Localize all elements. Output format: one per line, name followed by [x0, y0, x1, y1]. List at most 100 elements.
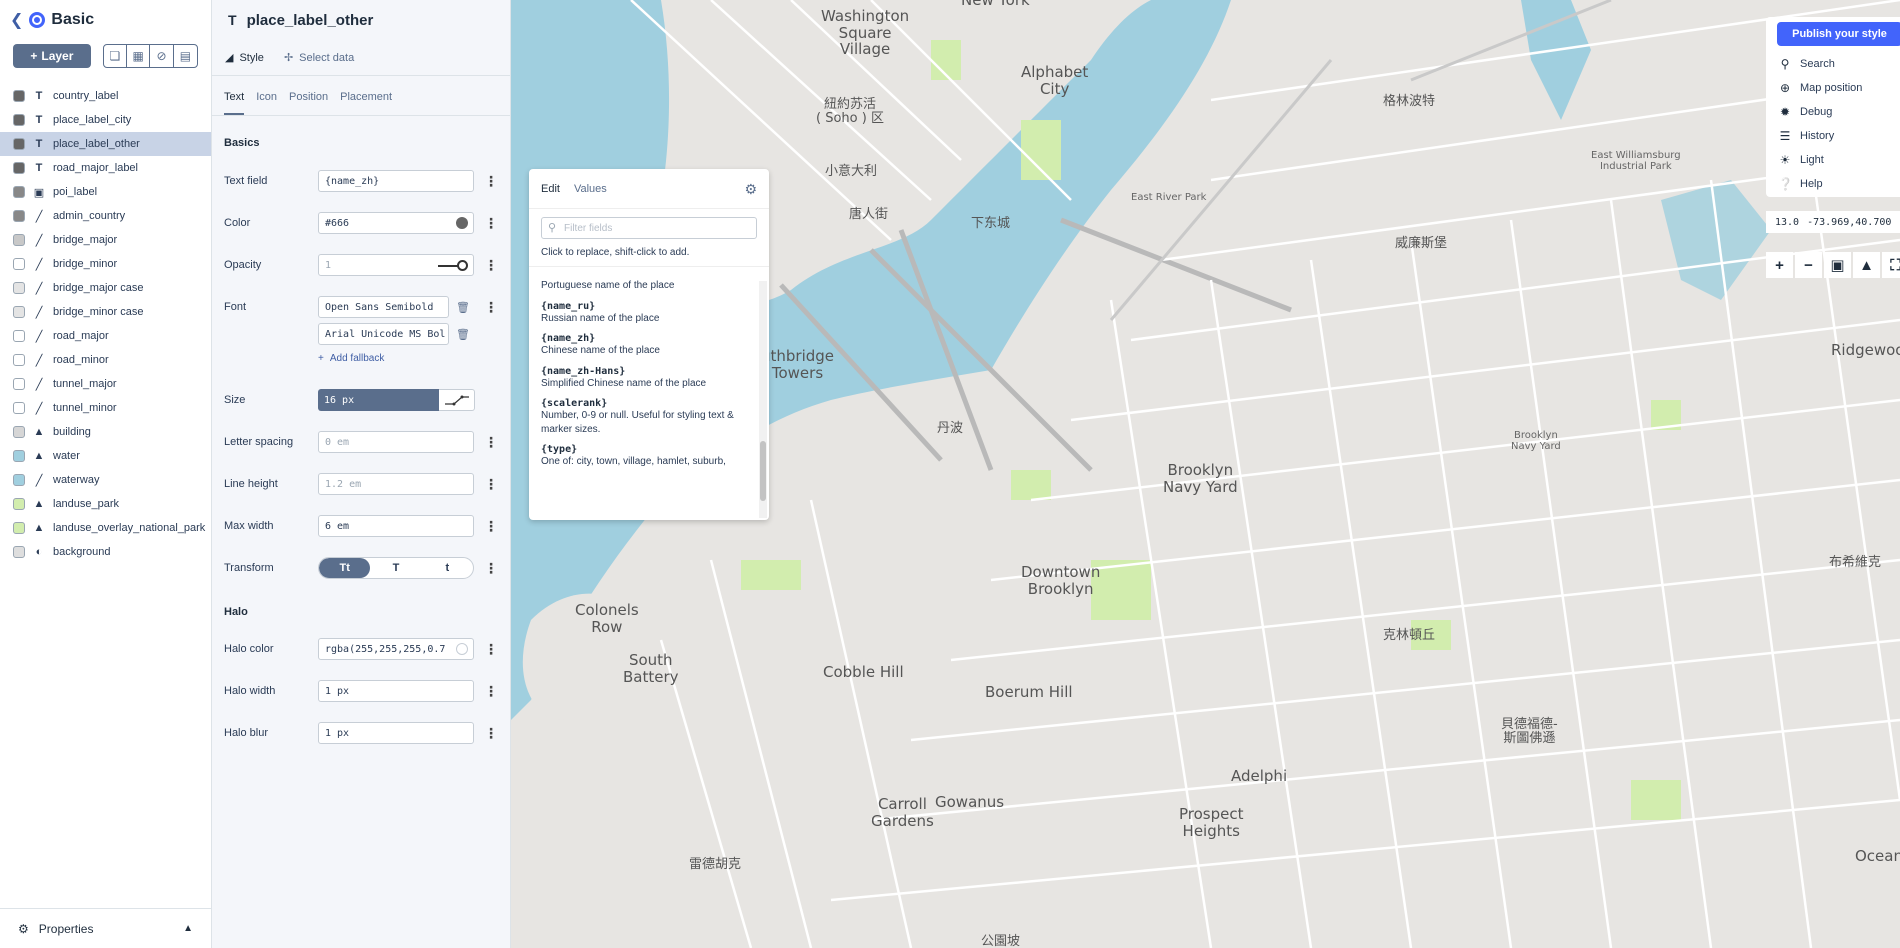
menu-debug[interactable]: ✹ Debug: [1778, 102, 1832, 122]
layer-item[interactable]: Tcountry_label: [0, 84, 211, 108]
more-options-icon[interactable]: ⋮: [484, 174, 498, 188]
layer-name-title[interactable]: place_label_other: [247, 12, 374, 29]
properties-footer[interactable]: ⚙ Properties ▲: [0, 908, 211, 948]
more-options-icon[interactable]: ⋮: [484, 300, 498, 314]
halo-width-input[interactable]: 1 px: [318, 680, 474, 702]
gear-icon[interactable]: ⚙: [744, 181, 757, 198]
lock-icon[interactable]: ▣: [1824, 252, 1851, 278]
popup-hint: Click to replace, shift-click to add.: [529, 239, 769, 267]
opacity-slider[interactable]: [438, 260, 468, 271]
tab-select-data-label: Select data: [299, 51, 355, 64]
tab-select-data[interactable]: ✢ Select data: [284, 51, 355, 65]
layer-item[interactable]: ╱ road_minor: [0, 348, 211, 372]
max-width-input[interactable]: 6 em: [318, 515, 474, 537]
zoom-in-icon[interactable]: +: [1766, 252, 1793, 278]
font-input-fallback[interactable]: Arial Unicode MS Bol: [318, 323, 449, 345]
hide-layer-icon[interactable]: ⊘: [150, 45, 174, 67]
halo-color-swatch[interactable]: [456, 643, 468, 655]
zoom-out-icon[interactable]: −: [1795, 252, 1822, 278]
tab-values[interactable]: Values: [574, 183, 607, 195]
field-list-scrollbar[interactable]: [759, 281, 767, 518]
font-input-primary[interactable]: Open Sans Semibold: [318, 296, 449, 318]
publish-style-button[interactable]: Publish your style: [1777, 22, 1900, 46]
layer-item[interactable]: Tplace_label_other: [0, 132, 211, 156]
map-place-label: Adelphi: [1231, 767, 1288, 785]
scrollbar-thumb[interactable]: [760, 441, 766, 501]
filter-fields-input[interactable]: ⚲ Filter fields: [541, 217, 757, 239]
compass-icon[interactable]: ▲: [1853, 252, 1880, 278]
tab-placement[interactable]: Placement: [340, 91, 392, 115]
zoom-function-button[interactable]: [439, 389, 475, 411]
tab-icon[interactable]: Icon: [256, 91, 277, 115]
field-list-item[interactable]: {name_ru} Russian name of the place: [541, 301, 757, 326]
layer-item[interactable]: ◐ background: [0, 540, 211, 564]
transform-lowercase[interactable]: t: [422, 558, 473, 578]
layer-item[interactable]: ▲ landuse_park: [0, 492, 211, 516]
menu-light[interactable]: ☀ Light: [1778, 150, 1824, 170]
field-list-item[interactable]: {name_zh} Chinese name of the place: [541, 333, 757, 358]
font-fallback-row: Arial Unicode MS Bol 🗑: [224, 323, 509, 345]
field-list-item[interactable]: Portuguese name of the place: [541, 279, 757, 293]
opacity-input[interactable]: 1: [318, 254, 474, 276]
layer-item[interactable]: ╱ waterway: [0, 468, 211, 492]
color-input[interactable]: #666: [318, 212, 474, 234]
layer-item[interactable]: ╱ road_major: [0, 324, 211, 348]
layer-item[interactable]: ╱ tunnel_major: [0, 372, 211, 396]
duplicate-icon[interactable]: ❏: [104, 45, 128, 67]
back-chevron-icon[interactable]: ❮: [10, 10, 23, 30]
more-options-icon[interactable]: ⋮: [484, 684, 498, 698]
layer-item[interactable]: Troad_major_label: [0, 156, 211, 180]
add-fallback-link[interactable]: + Add fallback: [318, 353, 384, 364]
menu-map-position[interactable]: ⊕ Map position: [1778, 78, 1862, 98]
more-options-icon[interactable]: ⋮: [484, 561, 498, 575]
transform-uppercase[interactable]: T: [370, 558, 421, 578]
layer-item[interactable]: ╱ bridge_minor case: [0, 300, 211, 324]
text-field-input[interactable]: {name_zh}: [318, 170, 474, 192]
more-options-icon[interactable]: ⋮: [484, 258, 498, 272]
layer-item[interactable]: Tplace_label_city: [0, 108, 211, 132]
layer-item[interactable]: ╱ tunnel_minor: [0, 396, 211, 420]
layer-item[interactable]: ╱ admin_country: [0, 204, 211, 228]
more-options-icon[interactable]: ⋮: [484, 477, 498, 491]
delete-layer-icon[interactable]: ▤: [174, 45, 197, 67]
add-layer-button[interactable]: + Layer: [13, 44, 91, 68]
size-label: Size: [224, 394, 246, 406]
halo-blur-input[interactable]: 1 px: [318, 722, 474, 744]
layer-item[interactable]: ╱ bridge_major: [0, 228, 211, 252]
fullscreen-icon[interactable]: ⛶: [1882, 252, 1900, 278]
layer-item[interactable]: ▣ poi_label: [0, 180, 211, 204]
menu-history[interactable]: ☰ History: [1778, 126, 1835, 146]
line-height-input[interactable]: 1.2 em: [318, 473, 474, 495]
tab-edit[interactable]: Edit: [541, 183, 560, 195]
style-title[interactable]: Basic: [51, 11, 94, 29]
layer-item[interactable]: ▲ water: [0, 444, 211, 468]
color-value: #666: [325, 217, 350, 229]
group-folder-icon[interactable]: ▦: [127, 45, 151, 67]
menu-search[interactable]: ⚲ Search: [1778, 54, 1835, 74]
letter-spacing-input[interactable]: 0 em: [318, 431, 474, 453]
trash-icon[interactable]: 🗑: [456, 328, 470, 341]
tab-text[interactable]: Text: [224, 91, 245, 115]
menu-help[interactable]: ❔ Help: [1778, 174, 1823, 194]
more-options-icon[interactable]: ⋮: [484, 435, 498, 449]
tab-position[interactable]: Position: [289, 91, 328, 115]
layer-name: road_major: [53, 330, 109, 342]
halo-color-input[interactable]: rgba(255,255,255,0.7: [318, 638, 474, 660]
tab-style[interactable]: ◢ Style: [225, 51, 264, 65]
transform-capitalize[interactable]: Tt: [319, 558, 371, 578]
layer-item[interactable]: ╱ bridge_minor: [0, 252, 211, 276]
color-swatch[interactable]: [456, 217, 468, 229]
more-options-icon[interactable]: ⋮: [484, 216, 498, 230]
more-options-icon[interactable]: ⋮: [484, 519, 498, 533]
field-list-item[interactable]: {scalerank} Number, 0-9 or null. Useful f…: [541, 398, 757, 436]
field-list-item[interactable]: {name_zh-Hans} Simplified Chinese name of…: [541, 366, 757, 391]
trash-icon[interactable]: 🗑: [456, 301, 470, 314]
more-options-icon[interactable]: ⋮: [484, 726, 498, 740]
field-list-item[interactable]: {type} One of: city, town, village, hamle…: [541, 444, 757, 469]
layer-item[interactable]: ╱ bridge_major case: [0, 276, 211, 300]
size-input[interactable]: 16 px: [318, 389, 439, 411]
more-options-icon[interactable]: ⋮: [484, 642, 498, 656]
layer-item[interactable]: ▲ building: [0, 420, 211, 444]
color-row: Color #666 ⋮: [224, 212, 509, 234]
layer-item[interactable]: ▲ landuse_overlay_national_park: [0, 516, 211, 540]
